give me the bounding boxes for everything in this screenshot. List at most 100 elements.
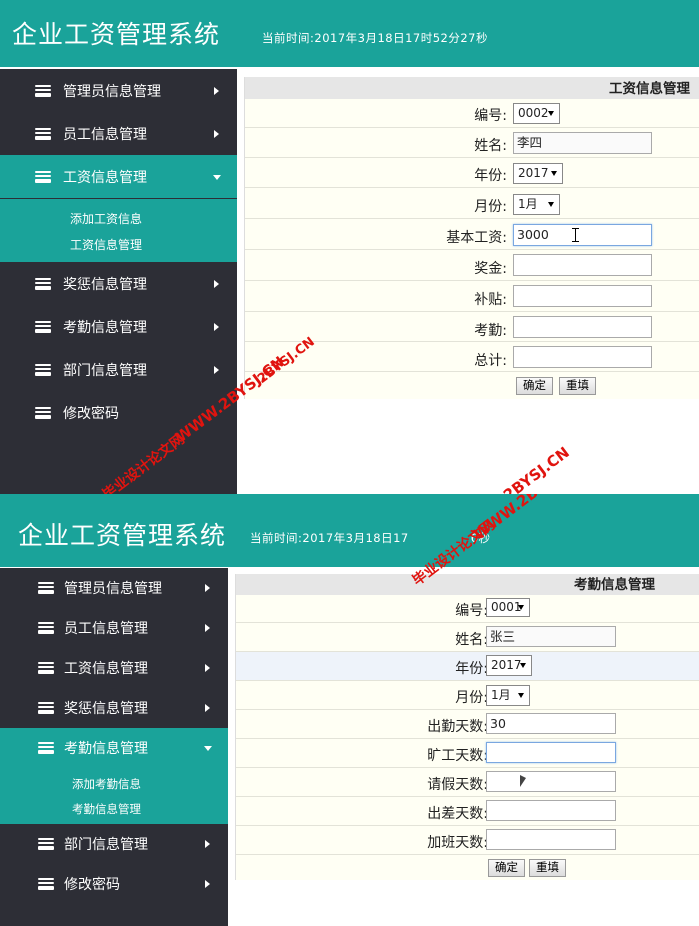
chevron-right-icon [214, 279, 219, 288]
sidebar-item-label: 修改密码 [63, 405, 119, 422]
form-row-bonus: 奖金: [245, 249, 699, 281]
sidebar-item-employee[interactable]: 员工信息管理 [0, 608, 228, 648]
id-select[interactable]: 0001 [486, 598, 530, 617]
form-row-leave: 请假天数: [236, 767, 699, 797]
reset-button[interactable]: 重填 [529, 859, 566, 877]
year-select[interactable]: 2017 [513, 163, 563, 184]
form-row-year: 年份: 2017 [245, 157, 699, 188]
caret-down-icon [213, 174, 221, 180]
sidebar-item-salary[interactable]: 工资信息管理 [0, 648, 228, 688]
absent-days-field[interactable] [486, 742, 616, 763]
chevron-right-icon [205, 584, 210, 592]
confirm-button[interactable]: 确定 [516, 377, 553, 395]
leave-days-field[interactable] [486, 771, 616, 792]
id-select[interactable]: 0002 [513, 103, 560, 124]
stack-icon [35, 127, 51, 140]
confirm-button[interactable]: 确定 [488, 859, 525, 877]
stack-icon [38, 742, 54, 754]
form-row-actions: 确定 重填 [236, 854, 699, 881]
caret-down-icon [551, 171, 557, 176]
salary-screen: 企业工资管理系统 当前时间:2017年3月18日17时52分27秒 管理员信息管… [0, 0, 699, 494]
allowance-field[interactable] [513, 285, 652, 307]
attendance-form-panel: 考勤信息管理 编号: 0001 姓名: 张三 年份: 2017 月份: 1月 出… [235, 574, 699, 880]
app-header: 企业工资管理系统 当前时间:2017年3月18日17时52分27秒 [0, 0, 699, 67]
sidebar-item-reward[interactable]: 奖惩信息管理 [0, 262, 237, 305]
submenu-manage-salary[interactable]: 工资信息管理 [70, 236, 142, 253]
name-field[interactable]: 李四 [513, 132, 652, 154]
sidebar-item-employee[interactable]: 员工信息管理 [0, 112, 237, 155]
current-time: 当前时间:2017年3月18日17时52分27秒 [262, 31, 488, 45]
chevron-right-icon [205, 624, 210, 632]
bonus-label: 奖金: [474, 261, 507, 277]
absent-days-label: 旷工天数: [427, 748, 488, 764]
month-select[interactable]: 1月 [486, 685, 530, 706]
base-salary-field[interactable]: 3000 [513, 224, 652, 246]
sidebar-item-attendance[interactable]: 考勤信息管理 [0, 728, 228, 768]
sidebar-item-label: 部门信息管理 [63, 362, 147, 379]
bonus-field[interactable] [513, 254, 652, 276]
form-row-name: 姓名: 张三 [236, 622, 699, 652]
year-select[interactable]: 2017 [486, 655, 532, 676]
stack-icon [38, 582, 54, 594]
stack-icon [35, 170, 51, 183]
attendance-field[interactable] [513, 316, 652, 338]
trip-days-label: 出差天数: [427, 806, 488, 822]
sidebar-item-department[interactable]: 部门信息管理 [0, 348, 237, 391]
watermark-url-right: 2BYSJ.CN [500, 443, 573, 494]
attendance-screen: 企业工资管理系统 当前时间:2017年3月18日17 6秒 管理员信息管理 员工信… [0, 494, 699, 926]
caret-down-icon [204, 746, 212, 751]
sidebar-item-department[interactable]: 部门信息管理 [0, 824, 228, 864]
sidebar-item-salary[interactable]: 工资信息管理 [0, 155, 237, 198]
sidebar-item-reward[interactable]: 奖惩信息管理 [0, 688, 228, 728]
base-salary-label: 基本工资: [446, 230, 507, 246]
present-days-label: 出勤天数: [427, 719, 488, 735]
form-row-month: 月份: 1月 [236, 680, 699, 710]
submenu-add-salary[interactable]: 添加工资信息 [70, 210, 142, 227]
present-days-field[interactable]: 30 [486, 713, 616, 734]
sidebar-item-label: 员工信息管理 [64, 621, 148, 637]
form-row-month: 月份: 1月 [245, 187, 699, 219]
month-select[interactable]: 1月 [513, 194, 560, 215]
reset-button[interactable]: 重填 [559, 377, 596, 395]
chevron-right-icon [214, 129, 219, 138]
submenu-add-attendance[interactable]: 添加考勤信息 [72, 776, 141, 792]
sidebar-item-label: 奖惩信息管理 [64, 701, 148, 717]
year-label: 年份: [474, 168, 507, 184]
total-label: 总计: [474, 353, 507, 369]
mouse-pointer-icon [520, 775, 526, 787]
submenu-manage-attendance[interactable]: 考勤信息管理 [72, 801, 141, 817]
sidebar-item-admin[interactable]: 管理员信息管理 [0, 69, 237, 112]
trip-days-field[interactable] [486, 800, 616, 821]
caret-down-icon [548, 111, 554, 116]
name-label: 姓名: [474, 138, 507, 154]
chevron-right-icon [205, 704, 210, 712]
stack-icon [38, 838, 54, 850]
sidebar-item-label: 部门信息管理 [64, 837, 148, 853]
sidebar-item-attendance[interactable]: 考勤信息管理 [0, 305, 237, 348]
total-field[interactable] [513, 346, 652, 368]
leave-days-label: 请假天数: [427, 777, 488, 793]
text-cursor-icon [572, 228, 579, 242]
id-label: 编号: [474, 108, 507, 124]
panel-title: 工资信息管理 [245, 77, 699, 99]
stack-icon [38, 662, 54, 674]
sidebar-item-admin[interactable]: 管理员信息管理 [0, 568, 228, 608]
sidebar-item-label: 修改密码 [64, 877, 120, 893]
name-field[interactable]: 张三 [486, 626, 616, 647]
form-row-overtime: 加班天数: [236, 825, 699, 855]
sidebar-item-password[interactable]: 修改密码 [0, 864, 228, 904]
sidebar-item-label: 奖惩信息管理 [63, 276, 147, 293]
overtime-days-label: 加班天数: [427, 835, 488, 851]
attendance-submenu: 添加考勤信息 考勤信息管理 [0, 768, 228, 824]
form-row-year: 年份: 2017 [236, 651, 699, 681]
caret-down-icon [520, 663, 526, 668]
form-row-allowance: 补贴: [245, 280, 699, 312]
caret-down-icon [518, 605, 524, 610]
form-row-absent: 旷工天数: [236, 738, 699, 768]
month-label: 月份: [474, 199, 507, 215]
app-header: 企业工资管理系统 当前时间:2017年3月18日17 6秒 [0, 494, 699, 567]
stack-icon [35, 84, 51, 97]
overtime-days-field[interactable] [486, 829, 616, 850]
sidebar: 管理员信息管理 员工信息管理 工资信息管理 奖惩信息管理 考勤信息管理 添加考勤… [0, 568, 228, 926]
chevron-right-icon [205, 840, 210, 848]
